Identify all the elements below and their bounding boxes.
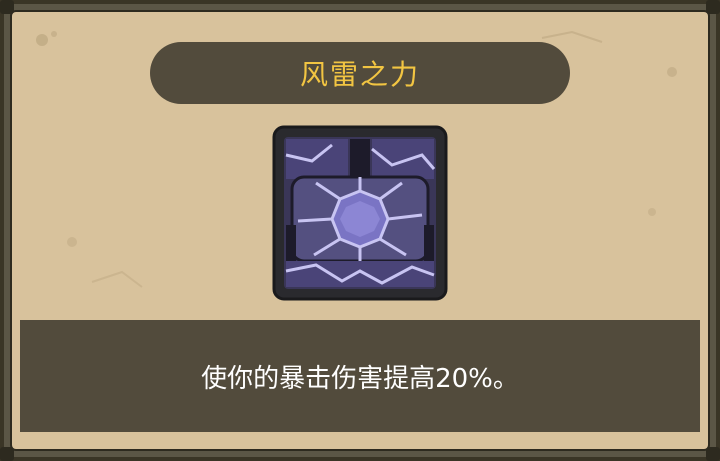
skill-title: 风雷之力 — [299, 58, 420, 91]
description-bar: 使你的暴击伤害提高20%。 — [20, 320, 700, 432]
skill-detail-panel: 风雷之力 使你的暴击伤害提高20%。 — [0, 0, 720, 461]
title-banner: 风雷之力 — [150, 42, 570, 104]
skill-description: 使你的暴击伤害提高20%。 — [201, 363, 519, 394]
lightning-gear-icon — [272, 125, 448, 301]
